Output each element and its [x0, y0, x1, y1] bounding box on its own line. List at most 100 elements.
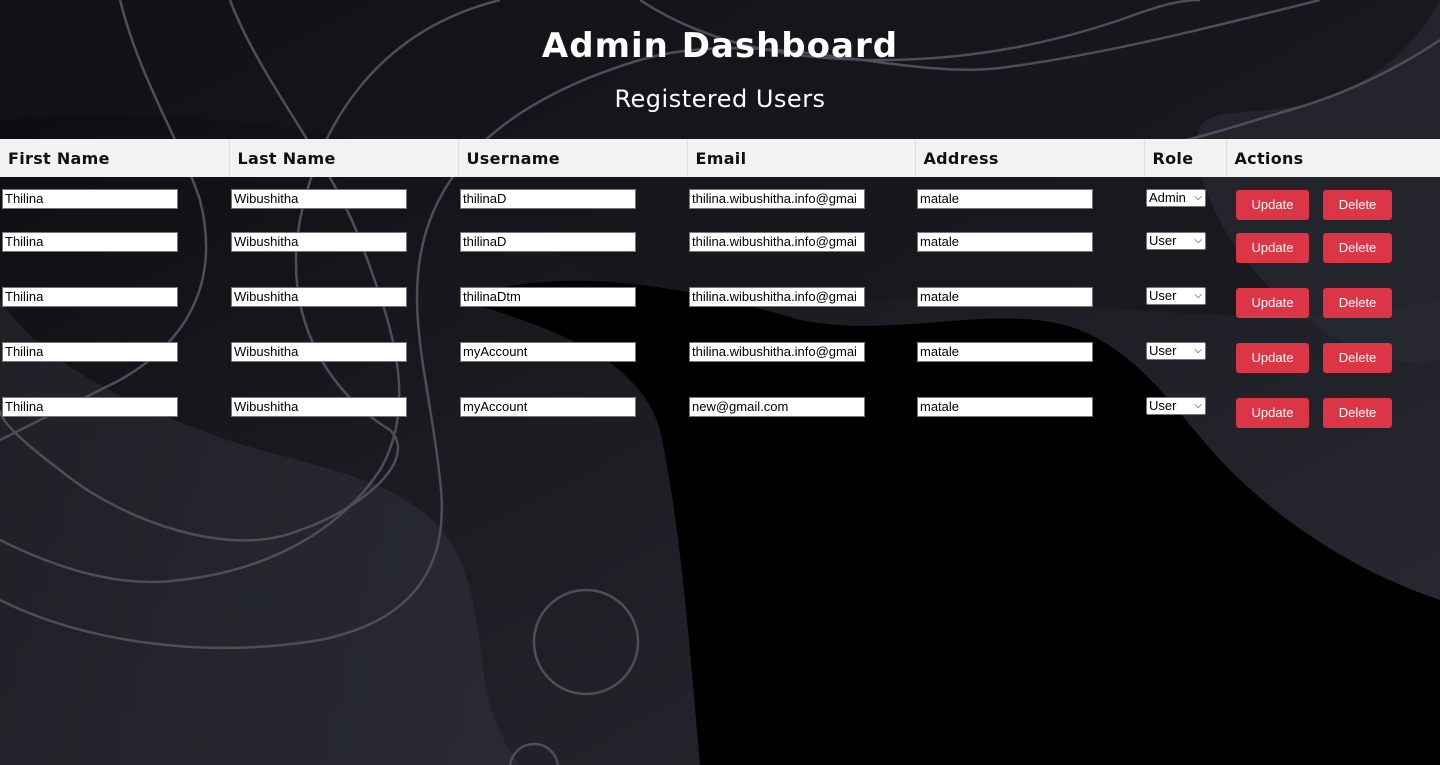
last-name-cell: Wibushitha	[229, 220, 458, 275]
update-button[interactable]: Update	[1236, 288, 1309, 318]
last-name-cell: Wibushitha	[229, 385, 458, 440]
last-name-input[interactable]: Wibushitha	[231, 189, 407, 209]
username-input[interactable]: thilinaD	[460, 189, 636, 209]
address-input[interactable]: matale	[917, 189, 1093, 209]
page-title: Admin Dashboard	[541, 26, 899, 66]
email-cell: thilina.wibushitha.info@gmai	[687, 177, 915, 220]
role-select[interactable]: User ⌵	[1146, 232, 1206, 250]
actions-cell: Update Delete	[1226, 385, 1440, 440]
email-input[interactable]: thilina.wibushitha.info@gmai	[689, 287, 865, 307]
column-header-email: Email	[687, 139, 916, 177]
first-name-input[interactable]: Thilina	[2, 342, 178, 362]
role-select-value: Admin	[1149, 190, 1186, 205]
actions-cell: Update Delete	[1226, 177, 1440, 220]
email-cell: thilina.wibushitha.info@gmai	[687, 220, 915, 275]
table-body: Thilina Wibushitha thilinaD thilina.wibu…	[0, 177, 1440, 440]
delete-button[interactable]: Delete	[1323, 398, 1392, 428]
first-name-input[interactable]: Thilina	[2, 397, 178, 417]
username-input[interactable]: myAccount	[460, 397, 636, 417]
chevron-down-icon: ⌵	[1194, 400, 1202, 411]
column-header-first-name: First Name	[0, 139, 230, 177]
username-cell: myAccount	[458, 330, 687, 385]
delete-button[interactable]: Delete	[1323, 233, 1392, 263]
role-select-value: User	[1149, 343, 1177, 358]
update-button[interactable]: Update	[1236, 233, 1309, 263]
first-name-input[interactable]: Thilina	[2, 287, 178, 307]
email-input[interactable]: new@gmail.com	[689, 397, 865, 417]
username-cell: myAccount	[458, 385, 687, 440]
address-input[interactable]: matale	[917, 287, 1093, 307]
last-name-input[interactable]: Wibushitha	[231, 232, 407, 252]
address-cell: matale	[915, 275, 1144, 330]
email-input[interactable]: thilina.wibushitha.info@gmai	[689, 342, 865, 362]
last-name-input[interactable]: Wibushitha	[231, 287, 407, 307]
email-input[interactable]: thilina.wibushitha.info@gmai	[689, 189, 865, 209]
actions-cell: Update Delete	[1226, 220, 1440, 275]
page: Admin Dashboard Registered Users First N…	[0, 0, 1440, 765]
chevron-down-icon: ⌵	[1194, 192, 1202, 203]
username-cell: thilinaDtm	[458, 275, 687, 330]
table-row: Thilina Wibushitha myAccount thilina.wib…	[0, 330, 1440, 385]
column-header-address: Address	[915, 139, 1145, 177]
address-input[interactable]: matale	[917, 342, 1093, 362]
role-select[interactable]: User ⌵	[1146, 342, 1206, 360]
update-button[interactable]: Update	[1236, 343, 1309, 373]
chevron-down-icon: ⌵	[1194, 235, 1202, 246]
address-cell: matale	[915, 385, 1144, 440]
email-cell: thilina.wibushitha.info@gmai	[687, 275, 915, 330]
update-button[interactable]: Update	[1236, 190, 1309, 220]
main-content: Admin Dashboard Registered Users First N…	[0, 0, 1440, 428]
role-select-value: User	[1149, 288, 1177, 303]
address-cell: matale	[915, 177, 1144, 220]
first-name-cell: Thilina	[0, 385, 229, 440]
first-name-input[interactable]: Thilina	[2, 189, 178, 209]
first-name-cell: Thilina	[0, 275, 229, 330]
chevron-down-icon: ⌵	[1194, 345, 1202, 356]
first-name-cell: Thilina	[0, 330, 229, 385]
email-cell: new@gmail.com	[687, 385, 915, 440]
role-cell: User ⌵	[1144, 385, 1226, 440]
role-cell: User ⌵	[1144, 220, 1226, 275]
last-name-cell: Wibushitha	[229, 275, 458, 330]
last-name-cell: Wibushitha	[229, 177, 458, 220]
role-select[interactable]: User ⌵	[1146, 397, 1206, 415]
first-name-cell: Thilina	[0, 220, 229, 275]
actions-cell: Update Delete	[1226, 275, 1440, 330]
address-cell: matale	[915, 330, 1144, 385]
username-input[interactable]: thilinaD	[460, 232, 636, 252]
last-name-input[interactable]: Wibushitha	[231, 397, 407, 417]
role-select-value: User	[1149, 398, 1177, 413]
role-select[interactable]: Admin ⌵	[1146, 189, 1206, 207]
email-input[interactable]: thilina.wibushitha.info@gmai	[689, 232, 865, 252]
column-header-role: Role	[1144, 139, 1227, 177]
column-header-actions: Actions	[1226, 139, 1440, 177]
table-row: Thilina Wibushitha thilinaD thilina.wibu…	[0, 177, 1440, 220]
update-button[interactable]: Update	[1236, 398, 1309, 428]
username-input[interactable]: myAccount	[460, 342, 636, 362]
delete-button[interactable]: Delete	[1323, 288, 1392, 318]
column-header-username: Username	[458, 139, 688, 177]
username-input[interactable]: thilinaDtm	[460, 287, 636, 307]
address-input[interactable]: matale	[917, 232, 1093, 252]
first-name-input[interactable]: Thilina	[2, 232, 178, 252]
actions-cell: Update Delete	[1226, 330, 1440, 385]
email-cell: thilina.wibushitha.info@gmai	[687, 330, 915, 385]
last-name-input[interactable]: Wibushitha	[231, 342, 407, 362]
delete-button[interactable]: Delete	[1323, 190, 1392, 220]
users-table: First Name Last Name Username Email Addr…	[0, 139, 1440, 440]
table-header: First Name Last Name Username Email Addr…	[0, 139, 1440, 177]
address-cell: matale	[915, 220, 1144, 275]
table-row: Thilina Wibushitha thilinaDtm thilina.wi…	[0, 275, 1440, 330]
role-select-value: User	[1149, 233, 1177, 248]
chevron-down-icon: ⌵	[1194, 290, 1202, 301]
last-name-cell: Wibushitha	[229, 330, 458, 385]
username-cell: thilinaD	[458, 220, 687, 275]
first-name-cell: Thilina	[0, 177, 229, 220]
role-cell: User ⌵	[1144, 275, 1226, 330]
role-select[interactable]: User ⌵	[1146, 287, 1206, 305]
address-input[interactable]: matale	[917, 397, 1093, 417]
table-row: Thilina Wibushitha myAccount new@gmail.c…	[0, 385, 1440, 440]
column-header-last-name: Last Name	[229, 139, 459, 177]
page-subtitle: Registered Users	[614, 85, 826, 113]
delete-button[interactable]: Delete	[1323, 343, 1392, 373]
